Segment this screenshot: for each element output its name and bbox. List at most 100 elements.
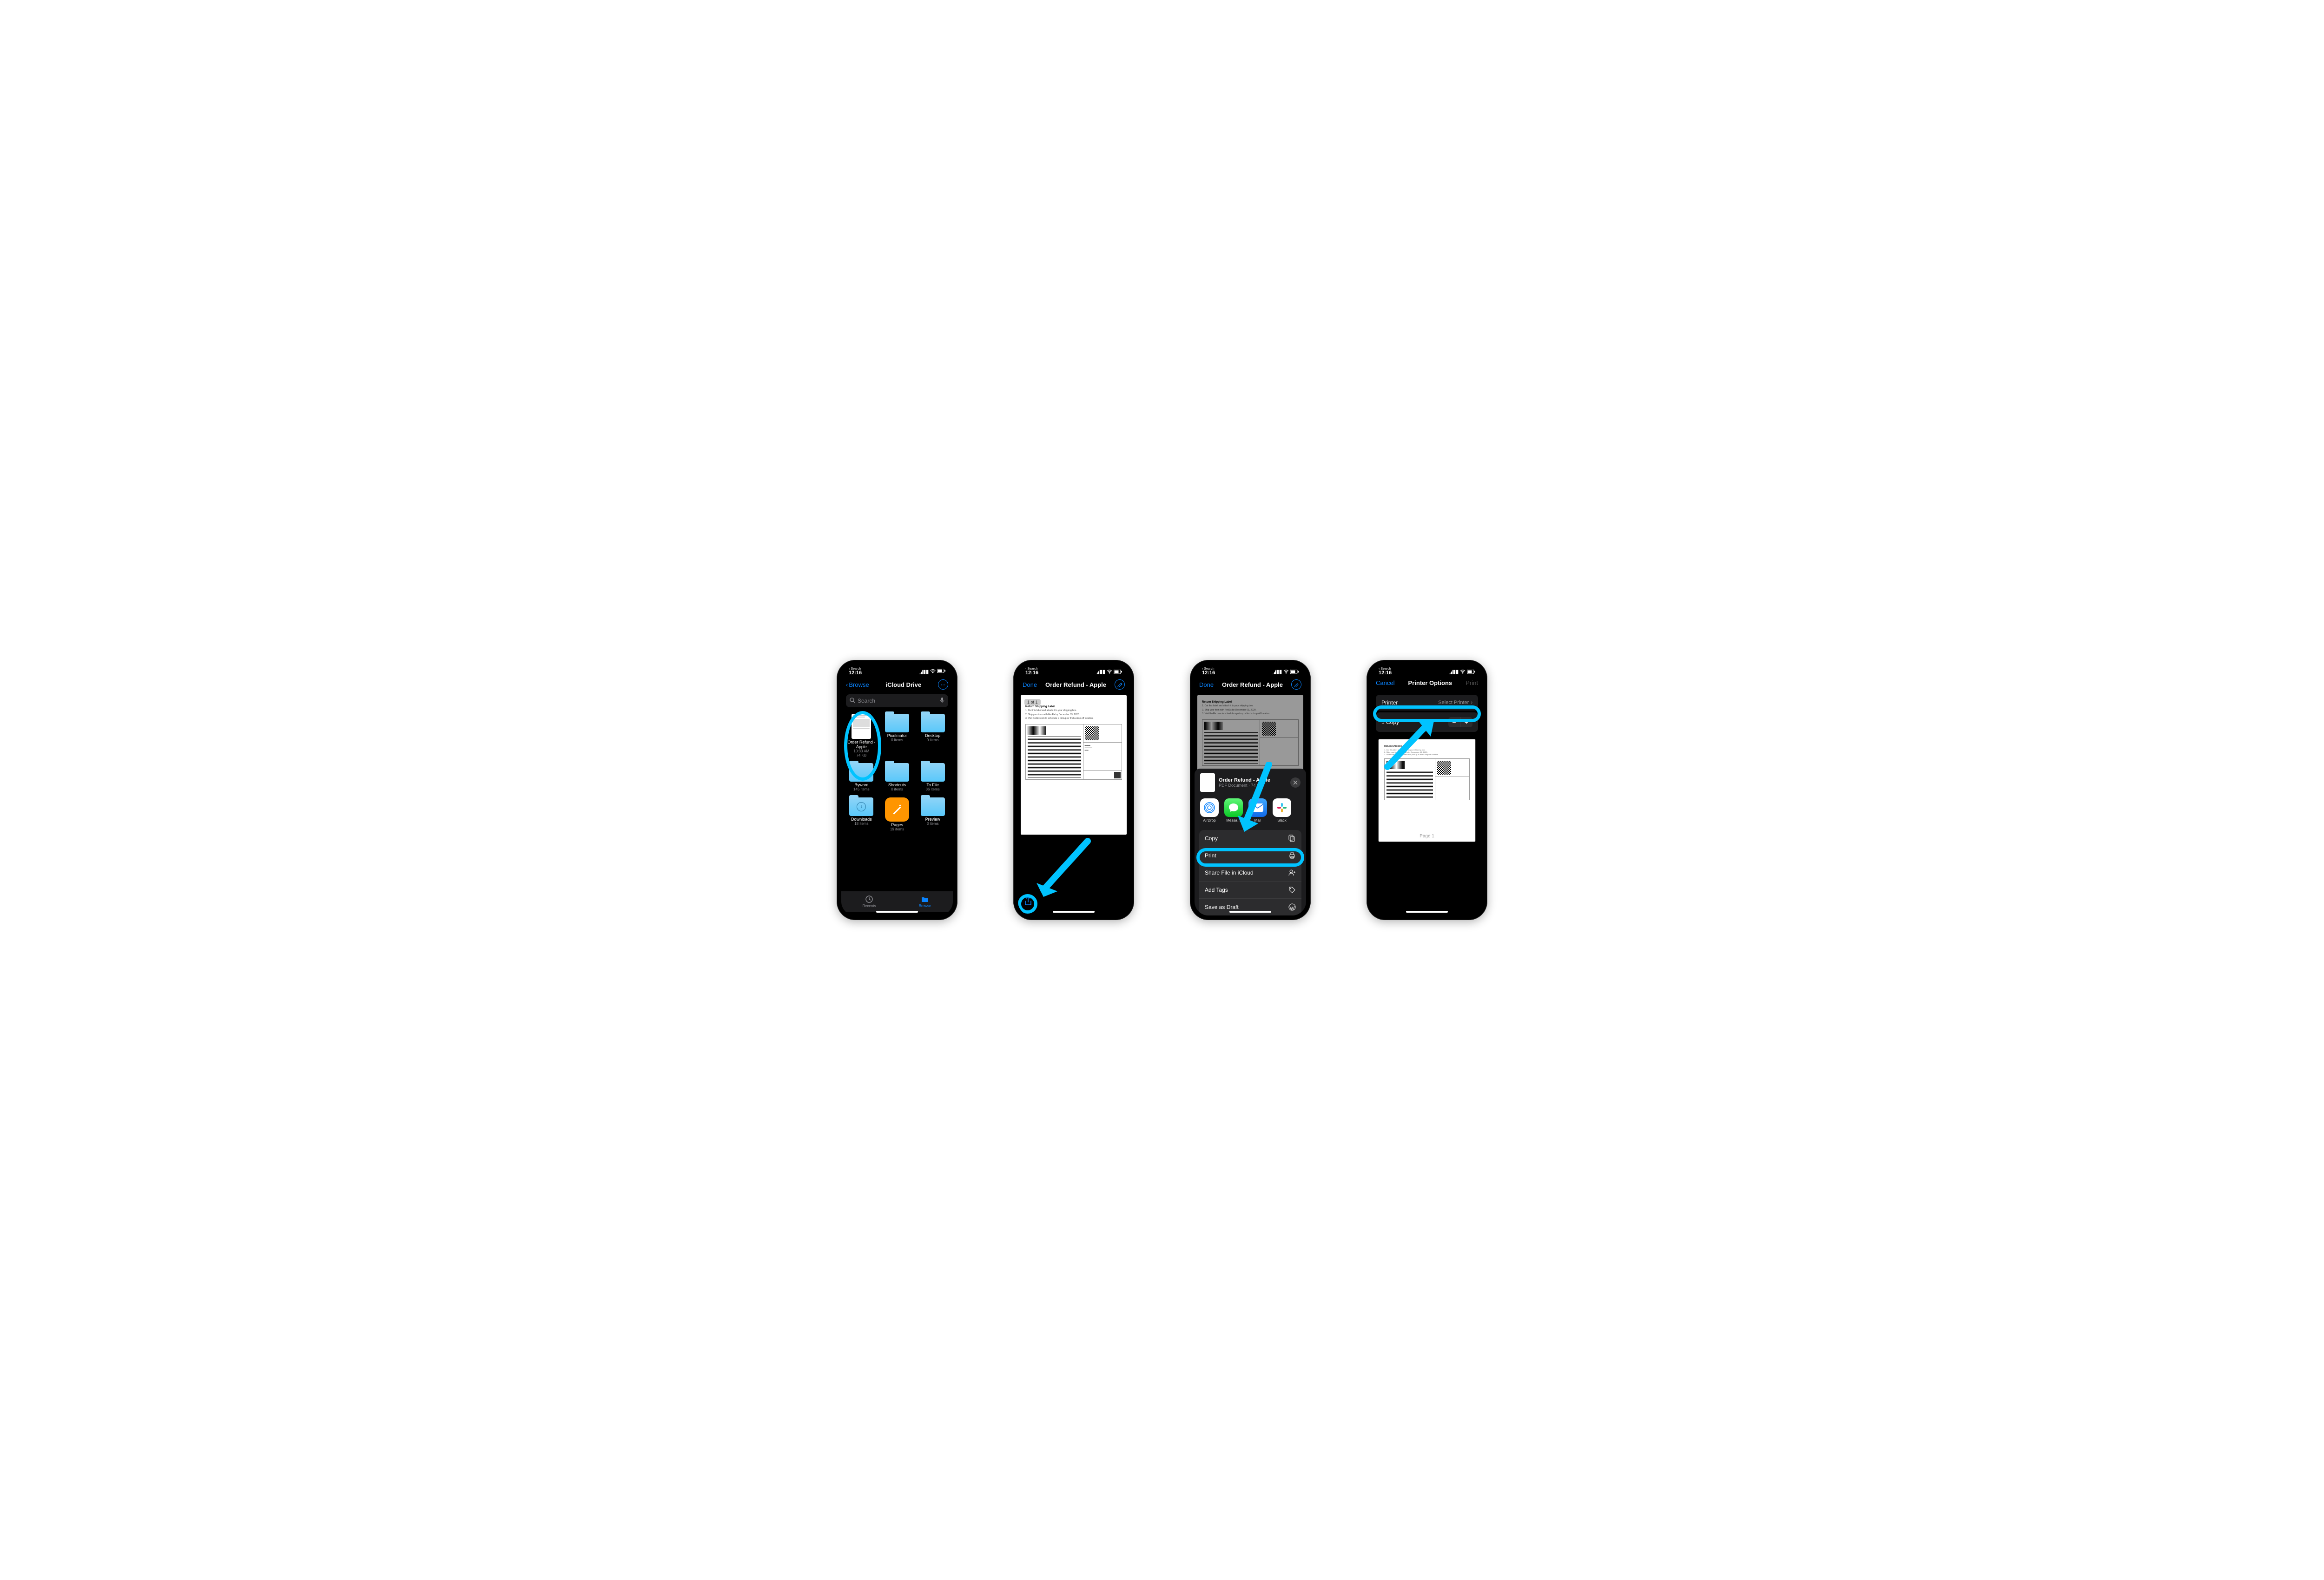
folder-icon <box>921 895 929 903</box>
markup-button[interactable] <box>1291 679 1301 690</box>
action-share-icloud[interactable]: Share File in iCloud <box>1199 864 1301 881</box>
folder-icon <box>885 714 909 732</box>
folder-desktop[interactable]: Desktop 0 items <box>916 714 949 757</box>
share-sheet: Order Refund - Apple PDF Document · 74 K… <box>1195 769 1306 915</box>
done-button[interactable]: Done <box>1023 681 1037 688</box>
folder-pixelmator[interactable]: Pixelmator 0 items <box>881 714 914 757</box>
item-sub: 0 items <box>881 788 914 792</box>
tab-browse[interactable]: Browse <box>897 891 953 912</box>
print-preview[interactable]: Return Shipping Label 1. Cut this label … <box>1379 739 1475 842</box>
wifi-icon <box>1107 669 1112 674</box>
share-app-messages[interactable]: Messa… <box>1224 798 1243 823</box>
action-list: Copy Print Share File in iCloud Add Tags… <box>1199 830 1301 915</box>
phone-frame-2: ‹ Search 12:16 ▮▮▮▮ Done Order Refund - … <box>1013 660 1134 920</box>
tab-label: Recents <box>862 904 876 908</box>
nav-title: Order Refund - Apple <box>1045 681 1106 688</box>
tag-icon <box>1288 886 1296 894</box>
notch <box>1401 665 1452 675</box>
phone-frame-4: ‹ Search 12:16 ▮▮▮▮ Cancel Printer Optio… <box>1367 660 1487 920</box>
person-add-icon <box>1288 869 1296 876</box>
action-label: Share File in iCloud <box>1205 869 1254 876</box>
doc-heading: Return Shipping Label <box>1025 705 1122 708</box>
print-button[interactable]: Print <box>1466 679 1478 686</box>
folder-icon <box>849 763 873 782</box>
notch <box>1048 665 1099 675</box>
doc-thumbnail-icon <box>852 714 871 739</box>
messages-icon <box>1224 798 1243 817</box>
battery-icon <box>1114 670 1122 674</box>
stepper-minus-button[interactable]: − <box>1448 717 1460 727</box>
shipping-label: ▬▬▬▬▬▬▬▬▬ <box>1025 724 1122 780</box>
item-sub: 0 items <box>916 738 949 743</box>
action-label: Save as Draft <box>1205 904 1239 910</box>
action-save-draft[interactable]: Save as Draft <box>1199 898 1301 915</box>
close-icon <box>1293 780 1298 785</box>
copy-icon <box>1288 835 1296 842</box>
search-placeholder: Search <box>858 698 938 704</box>
action-label: Print <box>1205 852 1216 859</box>
status-time: 12:16 <box>849 671 862 676</box>
dictation-icon[interactable] <box>940 698 944 704</box>
copies-label: 1 Copy <box>1381 719 1399 725</box>
mail-icon <box>1248 798 1267 817</box>
action-add-tags[interactable]: Add Tags <box>1199 881 1301 898</box>
item-label: Order Refund - Apple <box>845 740 878 750</box>
print-icon <box>1288 852 1296 859</box>
share-app-airdrop[interactable]: AirDrop <box>1200 798 1219 823</box>
file-order-refund[interactable]: Order Refund - Apple 10:33 AM 74 KB <box>845 714 878 757</box>
folder-preview[interactable]: Preview 3 items <box>916 797 949 832</box>
printer-label: Printer <box>1381 699 1398 706</box>
doc-step-2: 2. Ship your item with FedEx by December… <box>1025 713 1122 717</box>
cancel-button[interactable]: Cancel <box>1376 679 1394 686</box>
close-button[interactable] <box>1290 777 1301 788</box>
back-button[interactable]: ‹ Browse <box>846 681 869 688</box>
tab-label: Browse <box>919 904 931 908</box>
app-label: Mail <box>1254 818 1261 823</box>
tab-recents[interactable]: Recents <box>841 891 897 912</box>
downloads-folder-icon: ↓ <box>849 797 873 816</box>
action-print[interactable]: Print <box>1199 847 1301 864</box>
status-back-search[interactable]: ‹ Search <box>849 667 861 671</box>
sheet-header: Order Refund - Apple PDF Document · 74 K… <box>1195 773 1306 797</box>
folder-byword[interactable]: Byword 145 items <box>845 763 878 792</box>
folder-shortcuts[interactable]: Shortcuts 0 items <box>881 763 914 792</box>
folder-downloads[interactable]: ↓ Downloads 18 items <box>845 797 878 832</box>
doc-step-1: 1. Cut this label and attach it to your … <box>1025 709 1122 712</box>
document-page[interactable]: 1 of 1 Return Shipping Label 1. Cut this… <box>1021 695 1127 835</box>
stepper-plus-button[interactable]: + <box>1460 717 1472 727</box>
screen-share-sheet: ‹ Search 12:16 ▮▮▮▮ Done Order Refund - … <box>1195 665 1306 915</box>
barcode-icon <box>1028 736 1081 777</box>
copies-row: 1 Copy − + <box>1376 712 1478 732</box>
item-sub: 36 items <box>916 788 949 792</box>
folder-icon <box>921 797 945 816</box>
tab-bar: Recents Browse <box>841 891 953 912</box>
action-copy[interactable]: Copy <box>1199 830 1301 847</box>
item-sub: 3 items <box>916 822 949 826</box>
share-app-row: AirDrop Messa… Mail <box>1195 797 1306 827</box>
printer-value: Select Printer › <box>1438 700 1472 705</box>
item-sub: 145 items <box>845 788 878 792</box>
search-input[interactable]: Search <box>846 694 948 707</box>
app-label: Slack <box>1277 818 1287 823</box>
share-button[interactable] <box>1023 895 1033 909</box>
nav-title: iCloud Drive <box>886 681 922 688</box>
search-icon <box>850 698 855 704</box>
annotation-arrow <box>1032 836 1092 902</box>
status-back-search[interactable]: ‹ Search <box>1025 667 1038 671</box>
share-app-mail[interactable]: Mail <box>1248 798 1267 823</box>
wifi-icon <box>930 669 936 675</box>
done-button[interactable]: Done <box>1199 681 1214 688</box>
share-app-slack[interactable]: Slack <box>1273 798 1291 823</box>
copies-stepper[interactable]: − + <box>1448 717 1472 727</box>
sheet-title: Order Refund - Apple <box>1219 777 1270 783</box>
folder-tofile[interactable]: To File 36 items <box>916 763 949 792</box>
app-pages[interactable]: Pages 19 items <box>881 797 914 832</box>
markup-button[interactable] <box>1115 679 1125 690</box>
more-button[interactable]: ⋯ <box>938 679 948 690</box>
sheet-subtitle: PDF Document · 74 KB <box>1219 783 1270 788</box>
page-label: Page 1 <box>1419 834 1434 839</box>
files-grid: Order Refund - Apple 10:33 AM 74 KB Pixe… <box>841 709 953 836</box>
document-page-dimmed: Return Shipping Label 1. Cut this label … <box>1197 695 1303 779</box>
printer-row[interactable]: Printer Select Printer › <box>1376 695 1478 711</box>
wordpress-icon <box>1288 903 1296 911</box>
